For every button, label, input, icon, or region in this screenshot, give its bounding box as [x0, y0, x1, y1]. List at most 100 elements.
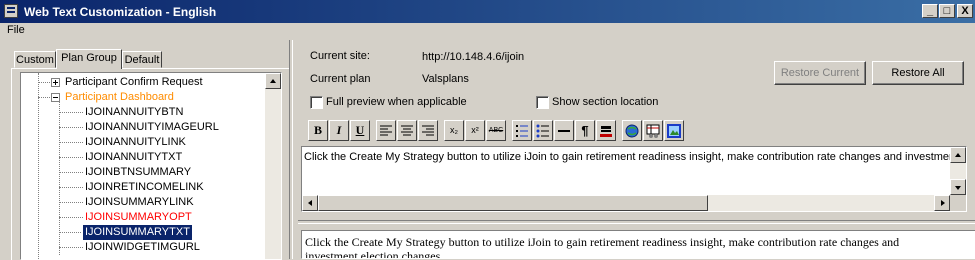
align-left-button[interactable] — [376, 120, 396, 141]
tree-item[interactable]: IJOINANNUITYLINK — [85, 135, 186, 150]
tab-page: Participant Confirm Request Participant D… — [11, 68, 290, 260]
tree-branch-line — [59, 232, 83, 233]
scroll-corner — [950, 195, 966, 211]
preview-text: Click the Create My Strategy button to u… — [305, 235, 900, 259]
maximize-button[interactable]: □ — [939, 4, 955, 18]
subscript-button[interactable]: x₂ — [444, 120, 464, 141]
insert-image-icon — [667, 124, 681, 138]
tree-branch-line — [59, 142, 83, 143]
close-button[interactable]: X — [957, 4, 973, 18]
rendered-preview: Click the Create My Strategy button to u… — [301, 230, 975, 259]
paragraph-button[interactable]: ¶ — [575, 120, 595, 141]
menu-file[interactable]: File — [7, 24, 25, 36]
current-site-label: Current site: — [310, 50, 370, 62]
strikethrough-button[interactable]: ABC — [486, 120, 506, 141]
tree-root-line — [38, 73, 39, 259]
arrow-up-icon — [270, 79, 276, 83]
text-color-button[interactable] — [596, 120, 616, 141]
editor-scroll-left-button[interactable] — [302, 195, 318, 211]
tree-branch-line — [59, 172, 83, 173]
editor-scroll-down-button[interactable] — [950, 179, 966, 195]
tree-item-selected[interactable]: IJOINSUMMARYTXT — [82, 224, 193, 241]
align-center-icon — [401, 125, 413, 136]
editor-scroll-thumb[interactable] — [318, 195, 708, 211]
expand-icon[interactable] — [51, 78, 60, 87]
window-title: Web Text Customization - English — [24, 5, 217, 19]
tree-item[interactable]: IJOINANNUITYBTN — [85, 105, 183, 120]
restore-current-button[interactable]: Restore Current — [774, 61, 866, 85]
minimize-button[interactable]: _ — [922, 4, 938, 18]
tree-branch-line — [59, 217, 83, 218]
editor-scroll-right-button[interactable] — [934, 195, 950, 211]
tree-item[interactable]: IJOINANNUITYIMAGEURL — [85, 120, 219, 135]
horizontal-rule-icon — [558, 130, 570, 132]
restore-all-button[interactable]: Restore All — [872, 61, 964, 85]
tab-plan-group[interactable]: Plan Group — [56, 49, 122, 69]
tree-item[interactable]: IJOINANNUITYTXT — [85, 150, 182, 165]
tree-item[interactable]: IJOINBTNSUMMARY — [85, 165, 191, 180]
full-preview-label: Full preview when applicable — [326, 96, 467, 108]
tree-branch-line — [38, 97, 52, 98]
collapse-icon[interactable] — [51, 93, 60, 102]
app-icon — [4, 4, 18, 18]
panel-splitter[interactable] — [289, 40, 293, 259]
tree-branch-line — [59, 202, 83, 203]
tree-branch-line — [38, 82, 52, 83]
section-divider[interactable] — [298, 220, 975, 224]
arrow-left-icon — [308, 200, 312, 206]
editor-horizontal-scrollbar[interactable] — [302, 195, 950, 211]
insert-table-icon — [646, 124, 660, 138]
align-right-icon — [422, 125, 434, 136]
align-left-icon — [380, 125, 392, 136]
align-center-button[interactable] — [397, 120, 417, 141]
tree-branch-line — [59, 127, 83, 128]
italic-button[interactable]: I — [329, 120, 349, 141]
horizontal-rule-button[interactable] — [554, 120, 574, 141]
show-section-checkbox[interactable] — [536, 96, 549, 109]
tree-group-item[interactable]: Participant Confirm Request — [65, 75, 203, 90]
show-section-label: Show section location — [552, 96, 659, 108]
scroll-up-button[interactable] — [265, 73, 281, 89]
right-panel: Current site: http://10.148.4.6/ijoin Cu… — [298, 40, 975, 259]
editor-vertical-scrollbar[interactable] — [950, 147, 966, 195]
tree-branch-line — [59, 157, 83, 158]
menu-bar: File — [0, 23, 975, 39]
editor-text[interactable]: Click the Create My Strategy button to u… — [304, 151, 966, 163]
arrow-right-icon — [941, 200, 945, 206]
current-site-value: http://10.148.4.6/ijoin — [422, 51, 525, 63]
tree-item[interactable]: IJOINRETINCOMELINK — [85, 180, 204, 195]
numbered-list-button[interactable] — [512, 120, 532, 141]
tree-group-item[interactable]: Participant Dashboard — [65, 90, 174, 105]
numbered-list-icon — [516, 125, 528, 137]
title-bar: Web Text Customization - English _ □ X — [0, 0, 975, 23]
bullet-list-icon — [536, 124, 549, 138]
arrow-down-icon — [955, 186, 961, 190]
tree-item[interactable]: IJOINSUMMARYLINK — [85, 195, 194, 210]
text-color-icon — [600, 126, 612, 137]
underline-button[interactable]: U — [350, 120, 370, 141]
current-plan-label: Current plan — [310, 73, 371, 85]
editor-scroll-up-button[interactable] — [950, 147, 966, 163]
left-panel: Custom Plan Group Default Participant Co… — [9, 40, 290, 260]
bold-button[interactable]: B — [308, 120, 328, 141]
tab-default[interactable]: Default — [122, 51, 162, 68]
full-preview-checkbox[interactable] — [310, 96, 323, 109]
tab-custom[interactable]: Custom — [14, 51, 56, 68]
insert-table-button[interactable] — [643, 120, 663, 141]
tree-branch-line — [59, 187, 83, 188]
arrow-up-icon — [955, 153, 961, 157]
globe-link-icon — [625, 124, 639, 138]
tree-branch-line — [59, 112, 83, 113]
tree-branch-line — [59, 247, 83, 248]
tree-item[interactable]: IJOINWIDGETIMGURL — [85, 240, 200, 255]
current-plan-value: Valsplans — [422, 73, 469, 85]
tree-item[interactable]: IJOINSUMMARYOPT — [85, 210, 192, 225]
superscript-button[interactable]: x² — [465, 120, 485, 141]
source-editor[interactable]: Click the Create My Strategy button to u… — [301, 146, 967, 212]
align-right-button[interactable] — [418, 120, 438, 141]
insert-link-button[interactable] — [622, 120, 642, 141]
tree-view[interactable]: Participant Confirm Request Participant D… — [20, 72, 282, 260]
tree-vertical-scrollbar[interactable] — [265, 73, 281, 259]
insert-image-button[interactable] — [664, 120, 684, 141]
bullet-list-button[interactable] — [533, 120, 553, 141]
